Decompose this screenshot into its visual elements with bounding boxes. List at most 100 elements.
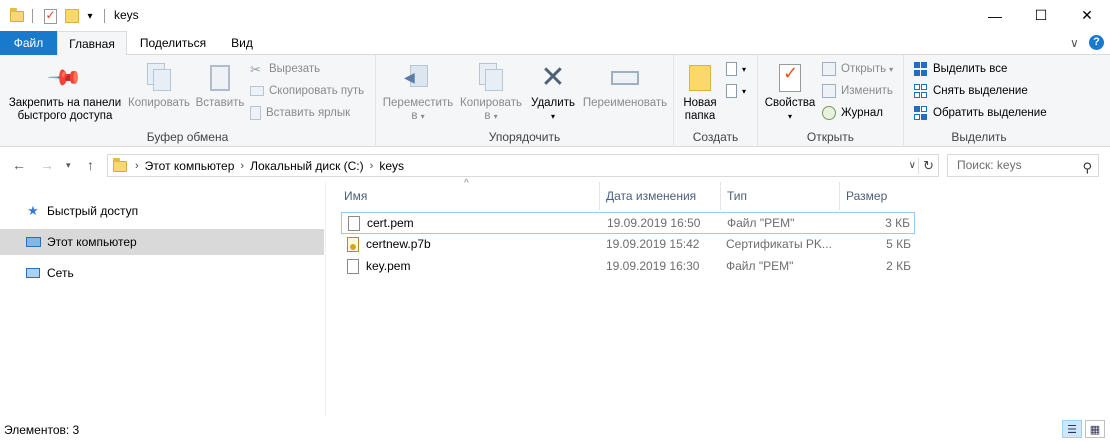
new-folder-quick-button[interactable] (64, 7, 80, 25)
collapse-ribbon-icon[interactable]: ∨ (1070, 36, 1079, 50)
search-icon[interactable]: ⚲ (1082, 157, 1092, 178)
nav-item-network[interactable]: Сеть (0, 260, 324, 286)
tab-home[interactable]: Главная (57, 31, 127, 56)
rename-icon (611, 63, 639, 93)
new-group-label: Создать (692, 130, 739, 144)
tab-file[interactable]: Файл (0, 31, 57, 55)
recent-locations-icon[interactable]: ▾ (66, 160, 71, 171)
file-name: certnew.p7b (366, 237, 431, 251)
details-view-icon[interactable]: ☰ (1062, 420, 1082, 438)
nav-item-this-pc[interactable]: Этот компьютер (0, 229, 324, 255)
up-arrow-icon[interactable]: ↑ (87, 157, 94, 173)
navigation-bar: ← → ▾ ↑ › Этот компьютер › Локальный дис… (0, 148, 1110, 182)
history-button[interactable]: Журнал (822, 103, 883, 123)
new-folder-icon (686, 63, 714, 93)
tab-share[interactable]: Поделиться (128, 31, 218, 55)
address-dropdown-icon[interactable]: ∨ (909, 160, 916, 171)
paste-button[interactable]: Вставить (192, 59, 248, 110)
breadcrumb-separator[interactable]: › (370, 160, 374, 172)
back-arrow-icon[interactable]: ← (12, 157, 26, 173)
new-item-dropdown-icon: ▾ (742, 64, 747, 74)
invert-selection-label: Обратить выделение (933, 107, 1047, 119)
delete-dropdown-icon: ▾ (550, 112, 555, 121)
select-group: Выделить все Снять выделение Обратить вы… (904, 55, 1054, 147)
invert-selection-button[interactable]: Обратить выделение (914, 103, 1047, 123)
table-row[interactable]: cert.pem 19.09.2019 16:50 Файл "PEM" 3 К… (341, 212, 915, 234)
clipboard-group-label: Буфер обмена (146, 130, 229, 144)
copy-button[interactable]: Копировать (126, 59, 192, 110)
new-group: Новая папка ▾ ▾ Создать (674, 55, 758, 147)
delete-x-icon: ✕ (540, 61, 566, 94)
edit-button[interactable]: Изменить (822, 81, 893, 101)
address-bar[interactable]: › Этот компьютер › Локальный диск (C:) ›… (107, 154, 939, 177)
new-folder-button[interactable]: Новая папка (676, 59, 724, 123)
large-icons-view-icon[interactable]: ▦ (1085, 420, 1105, 438)
copy-to-button[interactable]: Копировать в ▾ (456, 59, 526, 123)
move-to-button[interactable]: ◀ Переместить в ▾ (380, 59, 456, 123)
column-header-type[interactable]: Тип (721, 182, 840, 210)
easy-access-button[interactable]: ▾ (726, 81, 746, 101)
open-group: Свойства ▾ Открыть▾ Изменить Журнал Откр… (758, 55, 904, 147)
breadcrumb-keys[interactable]: keys (379, 159, 404, 173)
copy-to-label-line2: в (484, 110, 491, 122)
breadcrumb-separator[interactable]: › (240, 160, 244, 172)
column-header-size[interactable]: Размер (840, 182, 916, 210)
clipboard-icon (206, 63, 234, 93)
copy-path-button[interactable]: Скопировать путь (250, 81, 364, 101)
paste-shortcut-button[interactable]: Вставить ярлык (250, 103, 350, 123)
nav-item-label: Сеть (47, 266, 74, 280)
customize-quick-access-icon[interactable]: ▾ (84, 7, 96, 25)
paste-shortcut-label: Вставить ярлык (266, 107, 351, 119)
rename-button[interactable]: Переименовать (578, 59, 672, 110)
new-item-button[interactable]: ▾ (726, 59, 746, 79)
file-date: 19.09.2019 16:30 (606, 259, 700, 273)
maximize-button[interactable]: ☐ (1018, 0, 1064, 31)
properties-quick-button[interactable] (42, 7, 58, 25)
open-button[interactable]: Открыть ▾ (822, 59, 893, 79)
tab-view[interactable]: Вид (218, 31, 266, 55)
file-name: key.pem (366, 259, 411, 273)
breadcrumb-local-disk[interactable]: Локальный диск (C:) (250, 159, 364, 173)
forward-arrow-icon[interactable]: → (40, 157, 54, 173)
copy-icon (145, 63, 173, 93)
nav-item-quick-access[interactable]: ★ Быстрый доступ (0, 198, 324, 224)
open-group-label: Открыть (806, 130, 855, 144)
organize-group-label: Упорядочить (488, 130, 561, 144)
search-input[interactable]: Поиск: keys ⚲ (947, 154, 1099, 177)
invert-selection-icon (914, 106, 928, 120)
column-header-name[interactable]: Имя (338, 182, 600, 210)
table-row[interactable]: key.pem 19.09.2019 16:30 Файл "PEM" 2 КБ (341, 256, 915, 278)
close-button[interactable]: ✕ (1064, 0, 1110, 31)
open-dropdown-icon: ▾ (889, 64, 894, 74)
select-none-icon (914, 84, 928, 98)
file-date: 19.09.2019 16:50 (607, 216, 701, 230)
refresh-icon[interactable]: ↻ (918, 158, 934, 174)
table-row[interactable]: certnew.p7b 19.09.2019 15:42 Сертификаты… (341, 234, 915, 256)
properties-button[interactable]: Свойства ▾ (760, 59, 820, 123)
breadcrumb-separator[interactable]: › (135, 160, 139, 172)
nav-item-label: Этот компьютер (47, 235, 137, 249)
paste-label: Вставить (195, 97, 245, 109)
minimize-button[interactable]: — (972, 0, 1018, 31)
history-icon (822, 106, 836, 120)
folder-icon (9, 7, 25, 25)
select-none-button[interactable]: Снять выделение (914, 81, 1028, 101)
file-type: Файл "PEM" (727, 216, 795, 230)
select-none-label: Снять выделение (933, 85, 1028, 97)
cut-button[interactable]: ✂ Вырезать (250, 59, 320, 79)
help-button[interactable]: ? (1089, 35, 1104, 50)
select-group-label: Выделить (951, 130, 1007, 144)
select-all-button[interactable]: Выделить все (914, 59, 1007, 79)
search-placeholder: Поиск: keys (957, 158, 1022, 172)
new-folder-label-line1: Новая (683, 97, 717, 109)
address-folder-icon (113, 157, 127, 173)
delete-button[interactable]: ✕ Удалить ▾ (528, 59, 578, 123)
move-to-label-line1: Переместить (382, 97, 454, 109)
properties-dropdown-icon: ▾ (787, 112, 792, 121)
clipboard-group: 📌 Закрепить на панели быстрого доступа К… (0, 55, 376, 147)
toolbar-separator (31, 7, 33, 25)
scissors-icon: ✂ (250, 62, 261, 77)
pin-to-quick-access-button[interactable]: 📌 Закрепить на панели быстрого доступа (4, 59, 126, 123)
column-header-date[interactable]: Дата изменения (600, 182, 721, 210)
breadcrumb-this-pc[interactable]: Этот компьютер (145, 159, 235, 173)
